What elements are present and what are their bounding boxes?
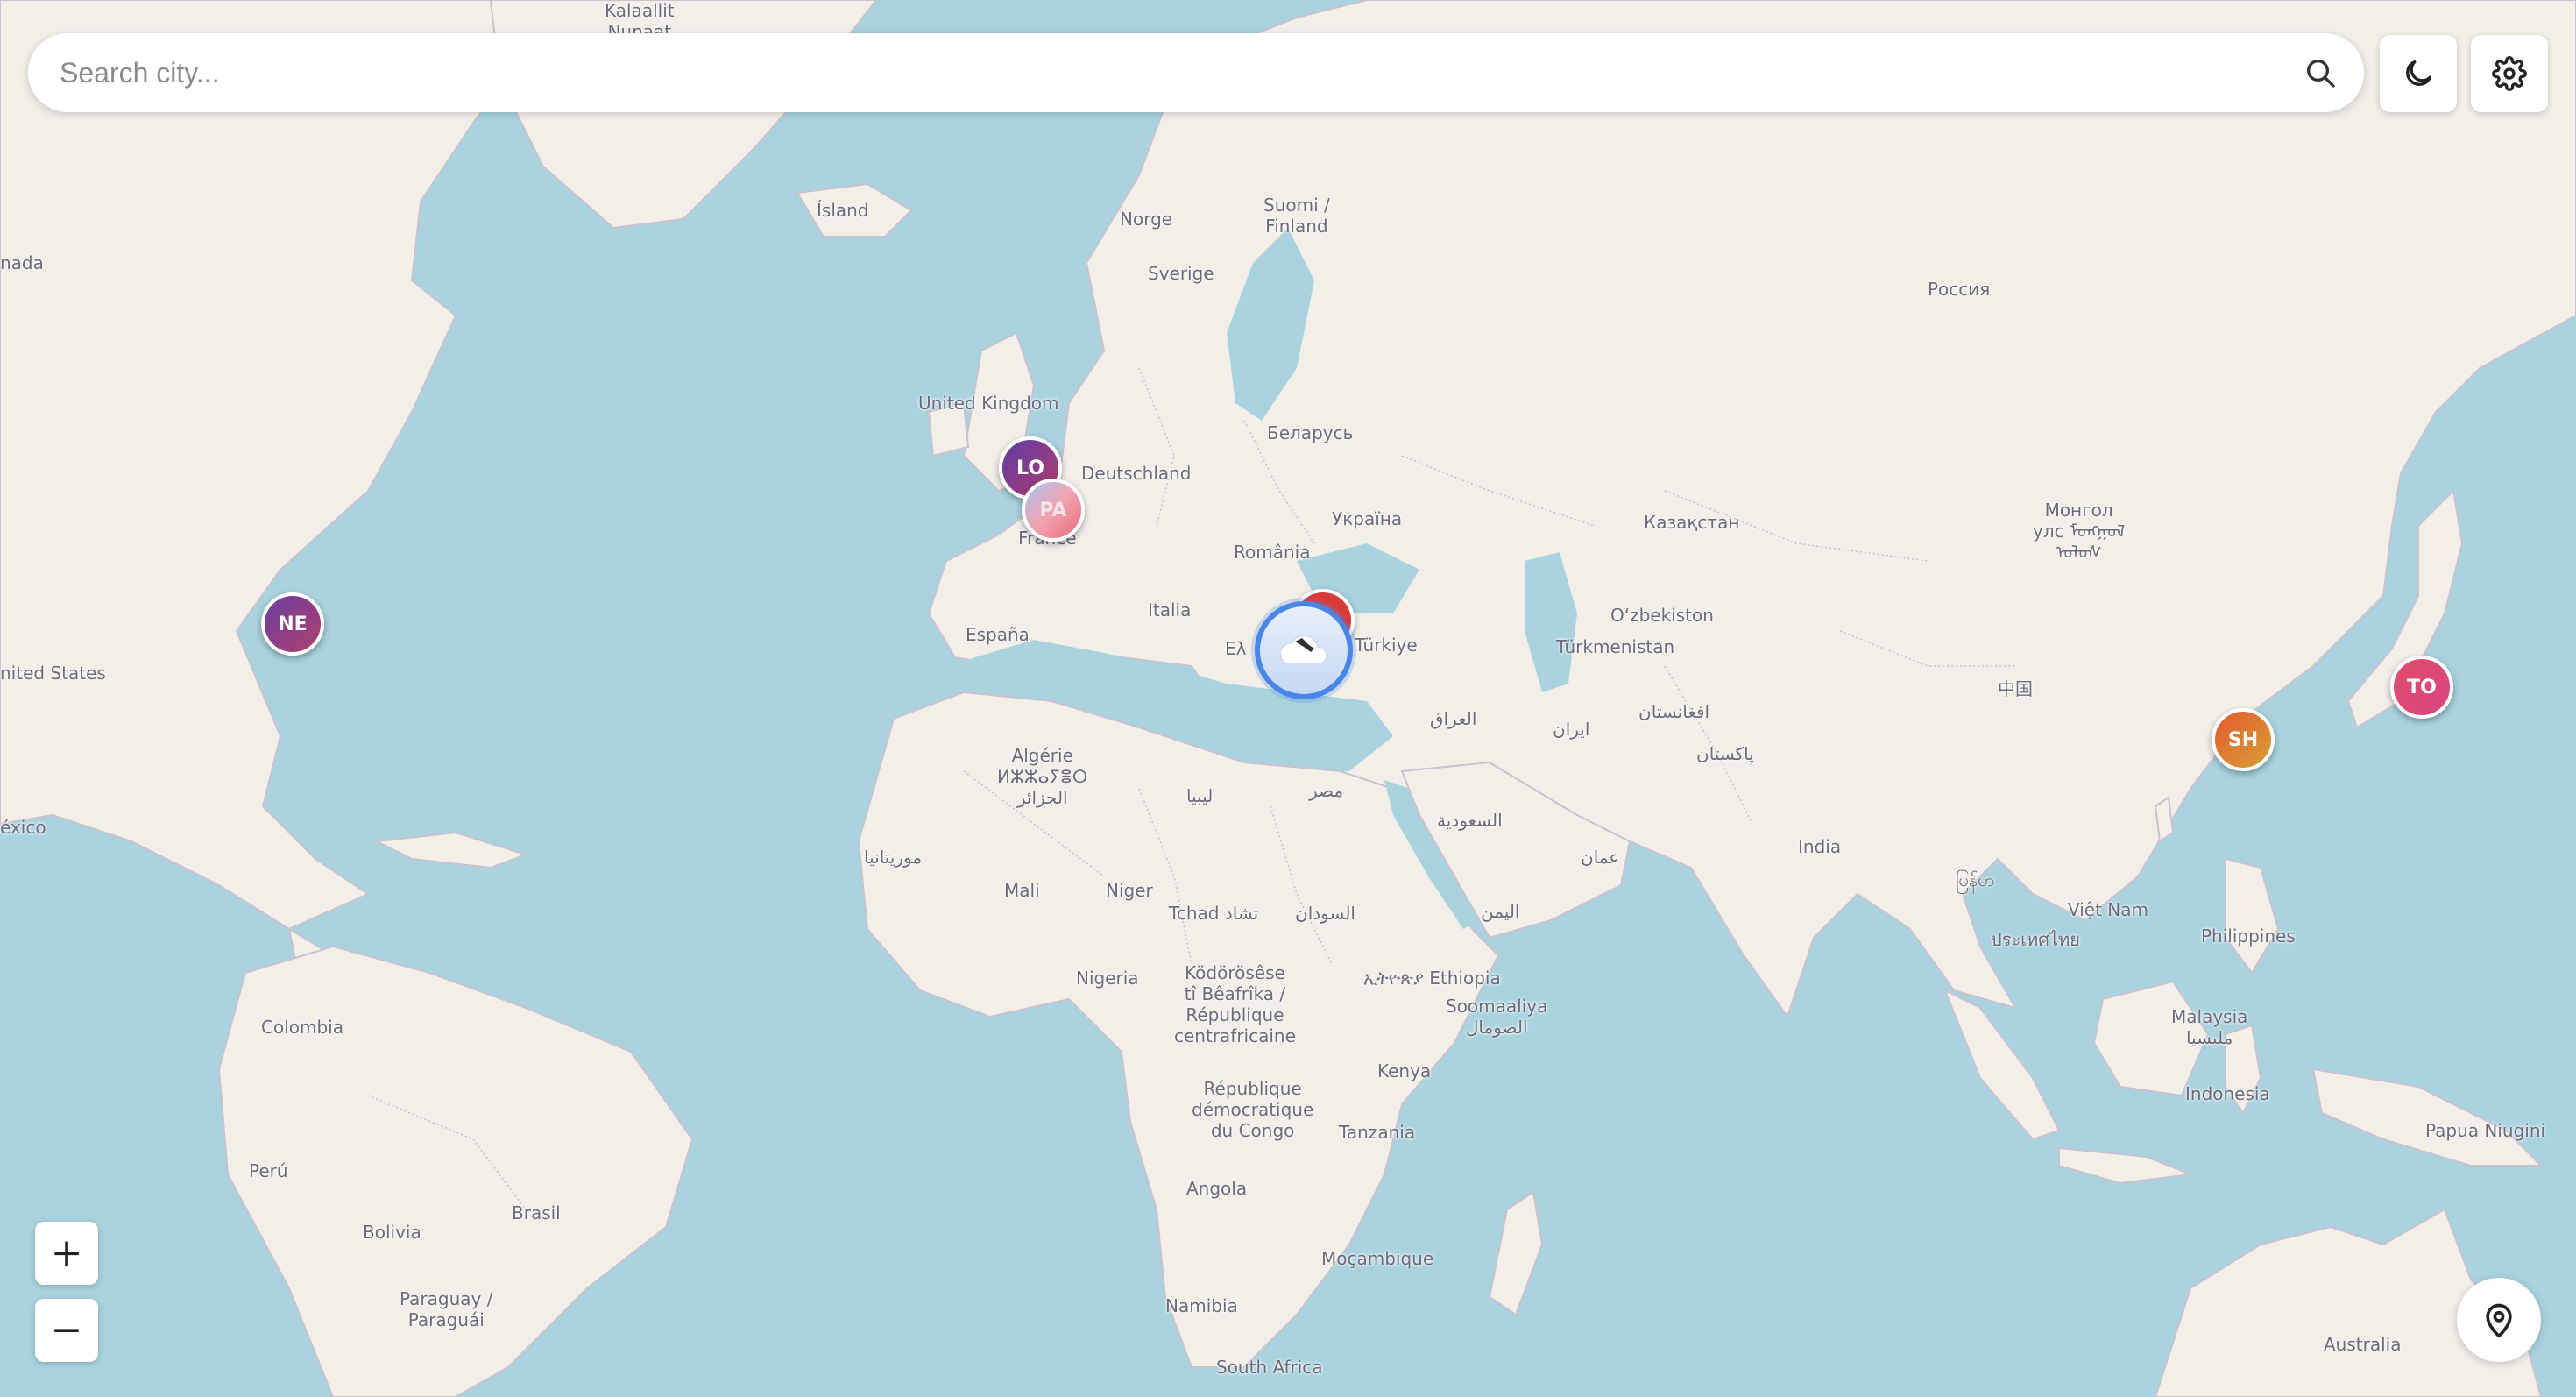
moon-icon: [2406, 60, 2431, 86]
label-australia: Australia: [2324, 1334, 2402, 1355]
plus-icon: +: [50, 1230, 83, 1275]
label-kazakhstan: Казақстан: [1644, 512, 1740, 533]
label-belarus: Беларусь: [1267, 422, 1354, 443]
label-russia: Россия: [1928, 279, 1991, 300]
label-yemen: اليمن: [1481, 901, 1520, 922]
city-marker-pa[interactable]: PA: [1022, 479, 1085, 542]
label-peru: Perú: [249, 1160, 288, 1181]
label-egypt: مصر: [1309, 780, 1344, 801]
label-brasil: Brasil: [512, 1202, 561, 1223]
current-location-marker[interactable]: [1251, 598, 1356, 703]
label-kenya: Kenya: [1377, 1060, 1432, 1081]
label-sweden: Sverige: [1148, 263, 1214, 284]
zoom-out-button[interactable]: −: [35, 1299, 98, 1362]
label-pakistan: پاکستان: [1696, 743, 1754, 764]
label-chad: Tchad تشاد: [1169, 903, 1259, 924]
map-pin-icon: [2486, 1303, 2512, 1338]
search-input[interactable]: [58, 55, 2303, 90]
label-nigeria: Nigeria: [1076, 968, 1139, 989]
city-marker-ne[interactable]: NE: [261, 592, 324, 656]
label-saudi: السعودية: [1437, 810, 1503, 831]
label-sudan: السودان: [1295, 903, 1355, 924]
gear-icon: [2492, 56, 2527, 91]
label-paraguay: Paraguay / Paraguái: [400, 1288, 493, 1330]
label-india: India: [1798, 836, 1842, 857]
label-colombia: Colombia: [261, 1017, 343, 1038]
label-norway: Norge: [1120, 209, 1173, 230]
label-romania: România: [1234, 542, 1311, 563]
search-icon[interactable]: [2303, 55, 2338, 90]
label-greece: Ελ: [1225, 638, 1247, 659]
cloud-icon: [1279, 635, 1327, 665]
label-philippines: Philippines: [2201, 925, 2296, 947]
label-italy: Italia: [1148, 599, 1192, 620]
label-turkey: Türkiye: [1355, 635, 1418, 656]
label-bolivia: Bolivia: [363, 1222, 421, 1243]
label-usa: nited States: [0, 663, 106, 684]
label-iraq: العراق: [1430, 708, 1477, 729]
label-angola: Angola: [1186, 1178, 1248, 1199]
label-somalia: Soomaaliya الصومال: [1446, 996, 1548, 1038]
label-canada: nada: [0, 252, 44, 273]
label-iran: ایران: [1553, 719, 1590, 740]
settings-button[interactable]: [2471, 35, 2548, 112]
label-myanmar: မြန်မာ: [1956, 869, 1995, 890]
label-ukraine: Україна: [1332, 508, 1403, 529]
current-location-inner: [1255, 601, 1353, 699]
theme-toggle-button[interactable]: [2380, 35, 2457, 112]
label-uk: United Kingdom: [918, 393, 1059, 414]
label-china: 中国: [1998, 678, 2033, 699]
label-car: Ködörösêse tî Bêafrîka / République cent…: [1174, 962, 1296, 1046]
label-namibia: Namibia: [1165, 1295, 1238, 1316]
label-thailand: ประเทศไทย: [1991, 929, 2080, 950]
zoom-in-button[interactable]: +: [35, 1222, 98, 1285]
label-mozambique: Moçambique: [1321, 1248, 1434, 1269]
city-marker-sh[interactable]: SH: [2212, 708, 2275, 771]
label-germany: Deutschland: [1081, 463, 1192, 484]
label-libya: ليبيا: [1186, 785, 1214, 806]
label-south-africa: South Africa: [1216, 1357, 1323, 1378]
label-tanzania: Tanzania: [1339, 1122, 1416, 1143]
label-indonesia: Indonesia: [2185, 1083, 2270, 1104]
city-marker-to[interactable]: TO: [2390, 656, 2453, 719]
locate-me-button[interactable]: [2457, 1278, 2541, 1362]
label-spain: España: [966, 624, 1030, 645]
label-mongolia: Монгол улс ᠮᠣᠩᠭᠣᠯ ᠤᠯᠤᠰ: [2033, 500, 2126, 563]
label-malaysia: Malaysia مليسيا: [2171, 1006, 2248, 1048]
label-oman: عمان: [1581, 847, 1620, 868]
label-turkmenistan: Türkmenistan: [1556, 636, 1675, 657]
label-niger: Niger: [1106, 880, 1153, 901]
minus-icon: −: [50, 1308, 83, 1352]
label-iceland: Ísland: [817, 200, 869, 221]
label-ethiopia: ኢትዮጵያ Ethiopia: [1363, 968, 1501, 989]
label-drc: République démocratique du Congo: [1192, 1078, 1314, 1141]
search-bar[interactable]: [28, 33, 2364, 112]
label-afghanistan: افغانستان: [1638, 701, 1710, 722]
label-mauritania: موريتانيا: [864, 847, 923, 868]
label-uzbekistan: O‘zbekiston: [1610, 605, 1714, 626]
label-papua: Papua Niugini: [2425, 1120, 2546, 1141]
label-mali: Mali: [1004, 880, 1040, 901]
label-finland: Suomi / Finland: [1263, 195, 1330, 237]
label-algeria: Algérie ⵍⵣⵣⴰⵢⴻⵔ الجزائر: [997, 745, 1088, 808]
label-vietnam: Việt Nam: [2068, 899, 2149, 920]
label-mexico: éxico: [0, 817, 46, 838]
